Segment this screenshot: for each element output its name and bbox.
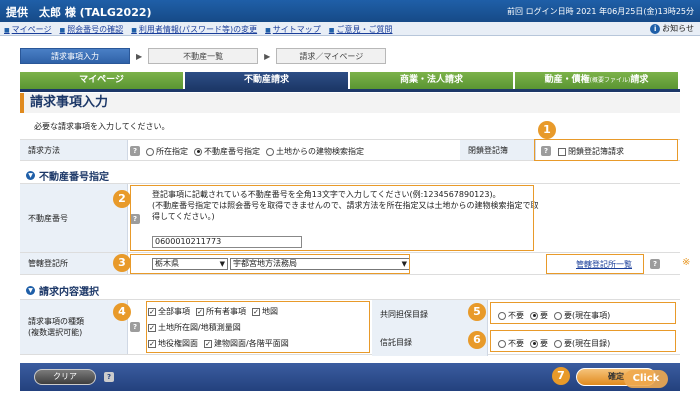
step-arrow-icon: ▶ xyxy=(264,51,271,61)
main-tabs: マイページ 不動産請求 商業・法人請求 動産・債権(概要ファイル)請求 xyxy=(20,72,680,89)
nav-bar: マイページ 照会番号の確認 利用者情報(パスワード等)の変更 サイトマップ ご意… xyxy=(0,22,700,36)
notice-label: お知らせ xyxy=(662,24,694,33)
highlight-box-5 xyxy=(490,302,676,324)
tab-underline xyxy=(20,89,680,92)
info-icon: i xyxy=(650,23,661,34)
page-title: 請求事項入力 xyxy=(20,93,680,113)
highlight-box-6 xyxy=(490,330,676,352)
section-chevron-icon: ▼ xyxy=(26,171,35,180)
property-number-label: 不動産番号 xyxy=(20,184,128,252)
step-request-mypage: 請求／マイページ xyxy=(276,48,387,64)
radio-building-search[interactable]: 土地からの建物検索指定 xyxy=(266,146,364,157)
tab-commercial[interactable]: 商業・法人請求 xyxy=(350,72,513,89)
registry-office-label: 管轄登記所 xyxy=(20,253,128,274)
instruction-text: 必要な請求事項を入力してください。 xyxy=(34,122,170,131)
asterisk-mark: ※ xyxy=(682,257,691,268)
section-chevron-icon: ▼ xyxy=(26,286,35,295)
footer-bar: クリア ? 確定 xyxy=(20,363,680,391)
click-indicator: Click xyxy=(624,370,668,388)
property-section-heading: ▼ 不動産番号指定 xyxy=(26,168,109,183)
step-badge-3: 3 xyxy=(113,254,131,272)
step-badge-7: 7 xyxy=(552,367,570,385)
step-badge-2: 2 xyxy=(113,190,131,208)
step-input: 請求事項入力 xyxy=(20,48,130,64)
tab-real-estate[interactable]: 不動産請求 xyxy=(185,72,348,89)
nav-link-reference-number[interactable]: 照会番号の確認 xyxy=(60,24,123,35)
user-name: 提供 太郎 様 (TALG2022) xyxy=(6,6,152,19)
step-arrow-icon: ▶ xyxy=(136,51,143,61)
step-badge-4: 4 xyxy=(113,303,131,321)
tab-movables[interactable]: 動産・債権(概要ファイル)請求 xyxy=(515,72,678,89)
step-badge-6: 6 xyxy=(468,331,486,349)
step-property-list: 不動産一覧 xyxy=(148,48,259,64)
radio-property-number[interactable]: 不動産番号指定 xyxy=(194,146,260,157)
highlight-box-1 xyxy=(534,139,678,161)
highlight-box-3a xyxy=(130,254,410,274)
clear-button[interactable]: クリア xyxy=(34,369,96,385)
highlight-box-3b xyxy=(546,254,644,274)
nav-link-sitemap[interactable]: サイトマップ xyxy=(265,24,321,35)
tab-mypage[interactable]: マイページ xyxy=(20,72,183,89)
step-badge-1: 1 xyxy=(538,121,556,139)
help-icon[interactable]: ? xyxy=(104,372,114,382)
request-method-options: 所在指定 不動産番号指定 土地からの建物検索指定 xyxy=(146,146,370,157)
request-type-label: 請求事項の種類 (複数選択可能) xyxy=(20,300,128,354)
help-icon[interactable]: ? xyxy=(130,322,140,332)
nav-link-user-info[interactable]: 利用者情報(パスワード等)の変更 xyxy=(131,24,257,35)
help-icon[interactable]: ? xyxy=(650,259,660,269)
title-bar: 提供 太郎 様 (TALG2022) 前回 ログイン日時 2021 年06月25… xyxy=(0,0,700,22)
step-indicator: 請求事項入力 ▶ 不動産一覧 ▶ 請求／マイページ xyxy=(20,48,387,64)
help-icon[interactable]: ? xyxy=(130,146,140,156)
last-login: 前回 ログイン日時 2021 年06月25日(金)13時25分 xyxy=(507,7,694,16)
nav-link-mypage[interactable]: マイページ xyxy=(4,24,52,35)
nav-link-feedback[interactable]: ご意見・ご質問 xyxy=(329,24,392,35)
radio-location[interactable]: 所在指定 xyxy=(146,146,188,157)
highlight-box-2 xyxy=(130,185,534,251)
content-section-heading: ▼ 請求内容選択 xyxy=(26,283,99,298)
closed-registry-label: 閉鎖登記簿 xyxy=(460,140,536,160)
request-method-label: 請求方法 xyxy=(20,140,128,160)
highlight-box-4 xyxy=(146,301,370,353)
step-badge-5: 5 xyxy=(468,303,486,321)
notice-link[interactable]: i お知らせ xyxy=(650,23,694,34)
